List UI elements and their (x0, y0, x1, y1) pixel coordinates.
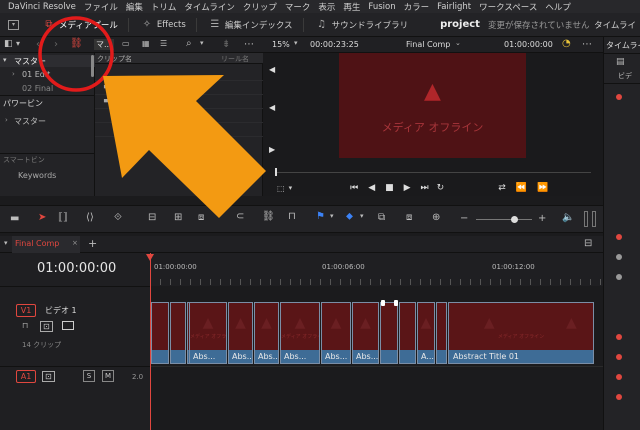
annotation-overlay (38, 16, 266, 218)
highlight-circle (38, 16, 114, 92)
pointer-arrow (103, 75, 266, 218)
